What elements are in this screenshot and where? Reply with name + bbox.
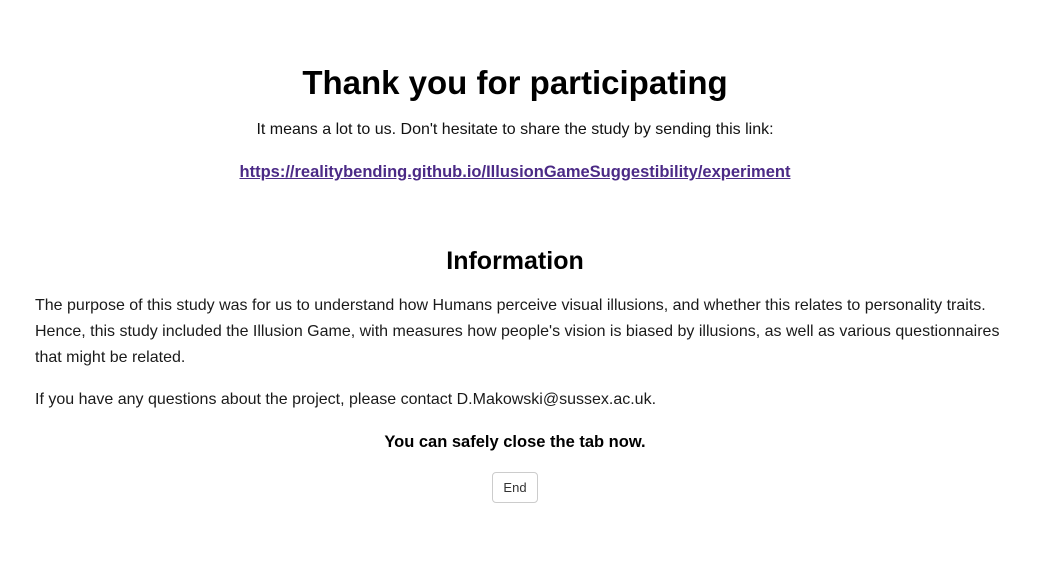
page-title: Thank you for participating xyxy=(302,64,728,101)
share-instruction: It means a lot to us. Don't hesitate to … xyxy=(256,121,774,138)
debrief-page: Thank you for participating It means a l… xyxy=(0,0,1039,570)
close-tab-note: You can safely close the tab now. xyxy=(384,433,646,451)
contact-text: If you have any questions about the proj… xyxy=(35,391,657,408)
share-link-row: https://realitybending.github.io/Illusio… xyxy=(0,161,1030,184)
end-button[interactable]: End xyxy=(492,472,538,503)
study-purpose-text: The purpose of this study was for us to … xyxy=(35,297,1000,366)
information-heading: Information xyxy=(446,247,584,275)
study-link[interactable]: https://realitybending.github.io/Illusio… xyxy=(240,163,791,181)
